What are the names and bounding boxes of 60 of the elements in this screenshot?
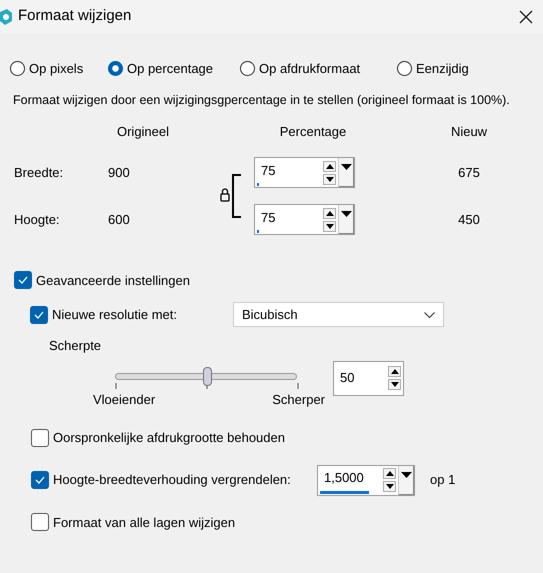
- column-header: Origineel: [116, 122, 170, 141]
- spin-box[interactable]: 50: [333, 360, 404, 396]
- row-label: Hoogte:: [14, 211, 61, 229]
- spin-up-button[interactable]: [383, 468, 396, 479]
- window-title: Formaat wijzigen: [18, 6, 132, 26]
- radio-option[interactable]: Op pixels: [10, 59, 84, 78]
- down-arrow-icon: [386, 484, 394, 489]
- spin-up-button[interactable]: [323, 208, 336, 219]
- chevron-icon: [424, 312, 435, 318]
- checkbox-option[interactable]: Geavanceerde instellingen: [14, 270, 190, 290]
- down-arrow-icon: [390, 382, 398, 387]
- section-label: Scherpte: [49, 337, 102, 355]
- spin-box[interactable]: 1,5000: [317, 464, 415, 496]
- checkbox-option[interactable]: Nieuwe resolutie met:: [30, 304, 233, 324]
- up-arrow-icon: [326, 210, 334, 216]
- original-value: 900: [107, 164, 131, 182]
- radio-option[interactable]: Op percentage: [108, 59, 214, 78]
- column-header: Percentage: [278, 122, 348, 141]
- spin-up-button[interactable]: [323, 160, 336, 172]
- lock-icon: [220, 174, 242, 218]
- spin-box[interactable]: 75: [254, 204, 355, 236]
- up-arrow-icon: [326, 164, 334, 169]
- down-arrow-icon: [326, 224, 334, 229]
- row-label: Breedte:: [14, 164, 64, 182]
- check-icon: [18, 276, 28, 284]
- close-button[interactable]: [519, 10, 533, 24]
- down-arrow-icon: [326, 176, 334, 182]
- spin-up-button[interactable]: [388, 366, 401, 377]
- method-select[interactable]: Bicubisch: [233, 302, 444, 327]
- spin-down-button[interactable]: [383, 481, 396, 492]
- radio-option[interactable]: Op afdrukformaat: [240, 59, 360, 78]
- spin-down-button[interactable]: [323, 220, 336, 232]
- slider[interactable]: [115, 366, 299, 386]
- original-value: 600: [107, 211, 131, 229]
- column-header: Nieuw: [450, 122, 488, 141]
- checkbox-option[interactable]: Hoogte-breedteverhouding vergrendelen:: [31, 470, 317, 490]
- new-value: 450: [457, 211, 481, 229]
- close-icon: [519, 10, 533, 24]
- slider-thumb[interactable]: [203, 366, 212, 386]
- description-text: Formaat wijzigen door een wijzigingsgpercentage in te stellen (origineel formaat is 100%).: [13, 92, 511, 109]
- radio-option[interactable]: Eenzijdig: [397, 59, 469, 78]
- dropdown-button[interactable]: [398, 466, 414, 494]
- check-icon: [34, 310, 44, 318]
- spin-down-button[interactable]: [388, 379, 401, 390]
- checkbox-option[interactable]: Formaat van alle lagen wijzigen: [31, 512, 236, 532]
- up-arrow-icon: [390, 369, 398, 374]
- dropdown-button[interactable]: [338, 158, 354, 188]
- slider-max-label: Scherper: [272, 390, 325, 409]
- check-icon: [35, 476, 45, 484]
- spin-down-button[interactable]: [323, 174, 336, 185]
- up-arrow-icon: [386, 471, 394, 476]
- checkbox-option[interactable]: Oorspronkelijke afdrukgrootte behouden: [31, 428, 285, 448]
- spin-box[interactable]: 75: [254, 157, 355, 188]
- slider-min-label: Vloeiender: [93, 390, 156, 408]
- caret-icon: [341, 164, 352, 170]
- caret-icon: [341, 211, 352, 218]
- caret-icon: [401, 472, 412, 478]
- new-value: 675: [457, 164, 481, 182]
- dropdown-button[interactable]: [338, 205, 354, 234]
- unit-label: op 1: [430, 471, 456, 490]
